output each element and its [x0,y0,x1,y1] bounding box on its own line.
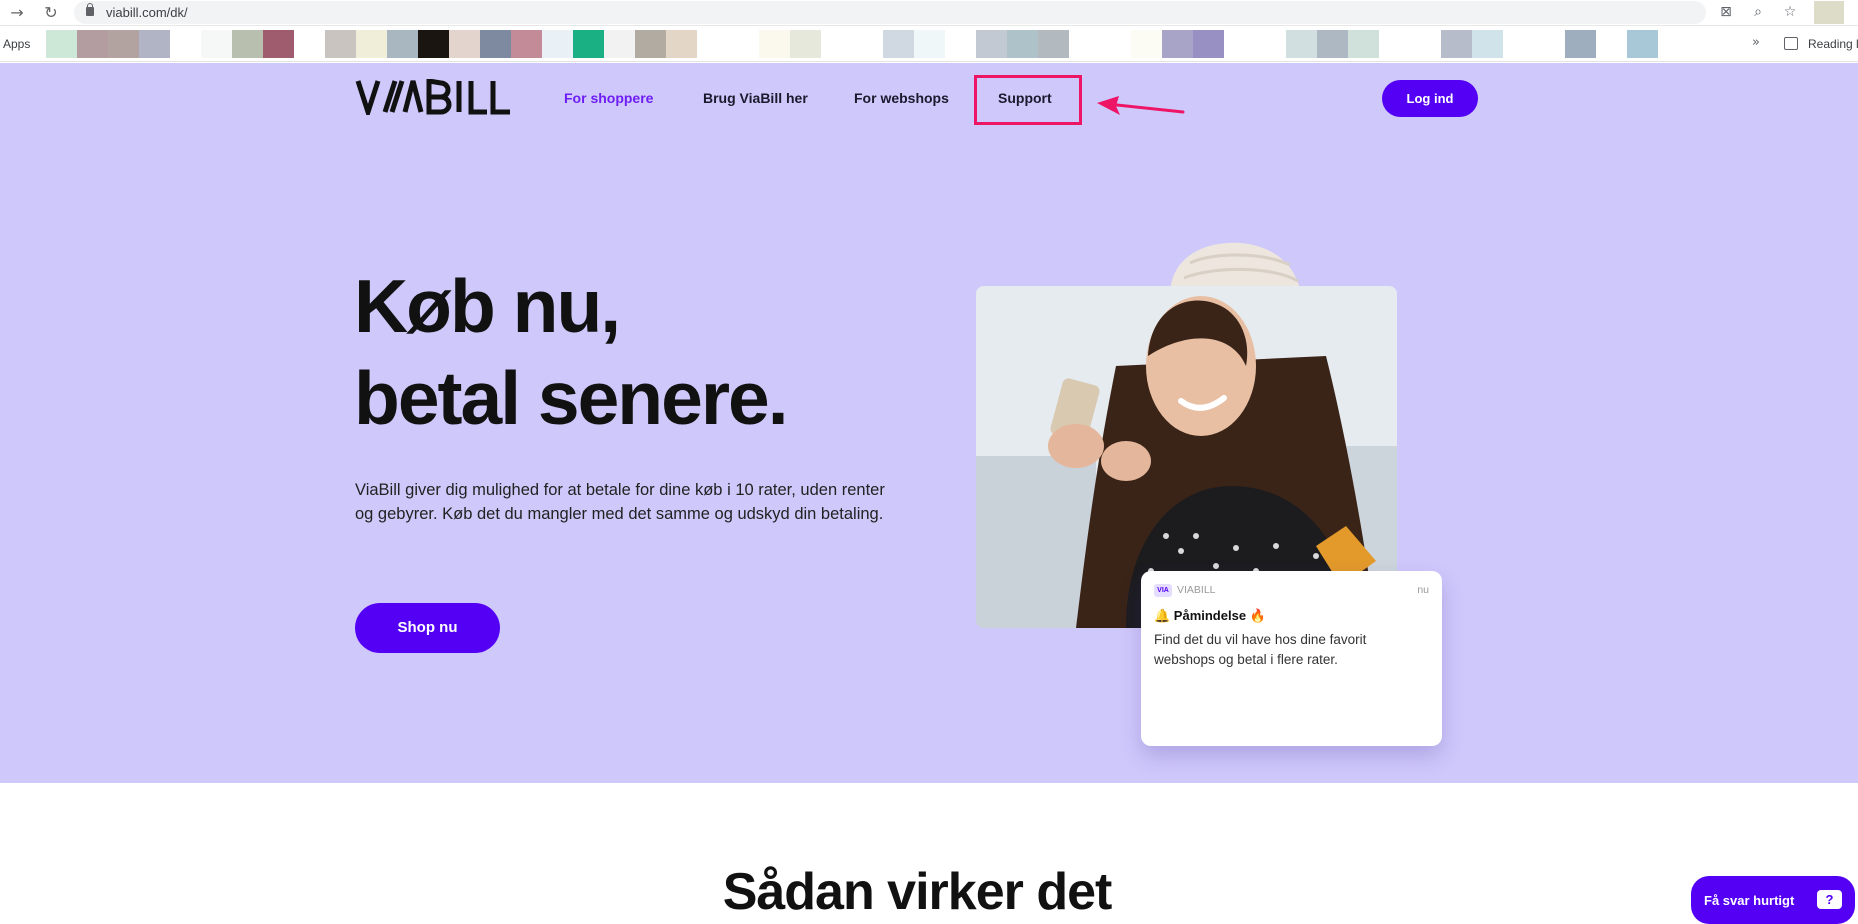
bookmark-item[interactable] [139,30,170,58]
nav-for-shoppere[interactable]: For shoppere [564,90,653,106]
bookmark-item[interactable] [387,30,418,58]
bookmark-item[interactable] [108,30,139,58]
hero-section: For shoppere Brug ViaBill her For websho… [0,63,1858,783]
star-icon[interactable]: ☆ [1780,2,1800,22]
url-text: viabill.com/dk/ [106,5,188,20]
lock-icon [86,3,94,16]
bookmark-item[interactable] [1255,30,1286,58]
bookmark-item[interactable] [697,30,728,58]
section-title: Sådan virker det [722,863,1113,921]
bookmark-item[interactable] [77,30,108,58]
chat-button[interactable]: Få svar hurtigt ? [1691,876,1855,924]
notification-time: nu [1417,584,1429,596]
bookmark-item[interactable] [1286,30,1317,58]
bookmark-item[interactable] [1069,30,1100,58]
profile-avatar[interactable] [1814,1,1844,24]
bookmarks-bar: Apps » Reading l [0,26,1858,62]
bookmark-item[interactable] [418,30,449,58]
bookmark-item[interactable] [325,30,356,58]
hero-headline: Køb nu, betal senere. [354,260,914,444]
bookmark-item[interactable] [1441,30,1472,58]
bookmark-item[interactable] [1038,30,1069,58]
bookmark-item[interactable] [1627,30,1658,58]
bookmark-item[interactable] [821,30,852,58]
bookmark-item[interactable] [604,30,635,58]
bookmark-item[interactable] [511,30,542,58]
bookmark-item[interactable] [1224,30,1255,58]
bookmark-item[interactable] [1379,30,1410,58]
notification-body: Find det du vil have hos dine favorit we… [1154,632,1367,667]
notification-title: 🔔 Påmindelse 🔥 [1154,608,1266,623]
more-bookmarks-icon[interactable]: » [1752,35,1760,50]
bookmark-item[interactable] [480,30,511,58]
bookmark-item[interactable] [883,30,914,58]
bookmark-item[interactable] [790,30,821,58]
notification-app-name: VIABILL [1177,584,1216,596]
bookmark-item[interactable] [976,30,1007,58]
bookmark-item[interactable] [170,30,201,58]
apps-shortcut[interactable]: Apps [3,37,30,51]
bookmark-item[interactable] [635,30,666,58]
bookmark-item[interactable] [1410,30,1441,58]
reading-list-icon[interactable] [1784,37,1798,50]
forward-arrow-icon[interactable]: → [6,2,28,24]
address-bar[interactable]: viabill.com/dk/ ⊠ ⌕ ☆ [74,1,1796,24]
bookmark-item[interactable] [1565,30,1596,58]
annotation-arrow-icon [1097,96,1185,115]
bookmark-item[interactable] [201,30,232,58]
viabill-logo[interactable] [355,79,513,115]
bookmark-item[interactable] [914,30,945,58]
bookmark-item[interactable] [759,30,790,58]
bookmark-item[interactable] [1348,30,1379,58]
bookmark-item[interactable] [573,30,604,58]
reading-list-label[interactable]: Reading l [1808,37,1858,51]
bookmark-item[interactable] [356,30,387,58]
bookmark-item[interactable] [728,30,759,58]
headline-line-2: betal senere. [354,356,789,440]
chat-bubble-icon: ? [1817,890,1842,909]
nav-for-webshops[interactable]: For webshops [854,90,949,106]
bookmark-item[interactable] [1100,30,1131,58]
bookmark-item[interactable] [1503,30,1534,58]
bookmark-item[interactable] [1534,30,1565,58]
bookmark-item[interactable] [945,30,976,58]
browser-toolbar: → ↻ viabill.com/dk/ ⊠ ⌕ ☆ [0,0,1858,26]
headline-line-1: Køb nu, [354,264,621,348]
bookmark-item[interactable] [1162,30,1193,58]
bookmark-item[interactable] [1472,30,1503,58]
bookmark-item[interactable] [294,30,325,58]
translate-icon[interactable]: ⊠ [1716,2,1736,22]
bookmark-item[interactable] [852,30,883,58]
bookmark-item[interactable] [46,30,77,58]
shop-now-button[interactable]: Shop nu [355,603,500,653]
login-button[interactable]: Log ind [1382,80,1478,117]
hero-description: ViaBill giver dig mulighed for at betale… [355,481,885,523]
support-highlight-box [974,75,1082,125]
bookmark-item[interactable] [1317,30,1348,58]
bookmark-item[interactable] [666,30,697,58]
bookmark-item[interactable] [1193,30,1224,58]
bookmark-item[interactable] [232,30,263,58]
bookmark-item[interactable] [1131,30,1162,58]
bookmark-item[interactable] [449,30,480,58]
bookmark-item[interactable] [1596,30,1627,58]
notification-app-logo: VIA [1154,584,1172,597]
chat-label: Få svar hurtigt [1704,893,1795,908]
notification-card: VIA VIABILL nu 🔔 Påmindelse 🔥 Find det d… [1141,571,1442,746]
bookmark-item[interactable] [1007,30,1038,58]
nav-brug-viabill-her[interactable]: Brug ViaBill her [703,90,808,106]
bookmark-item[interactable] [263,30,294,58]
bookmark-item[interactable] [542,30,573,58]
zoom-icon[interactable]: ⌕ [1748,2,1768,22]
reload-icon[interactable]: ↻ [40,2,62,24]
